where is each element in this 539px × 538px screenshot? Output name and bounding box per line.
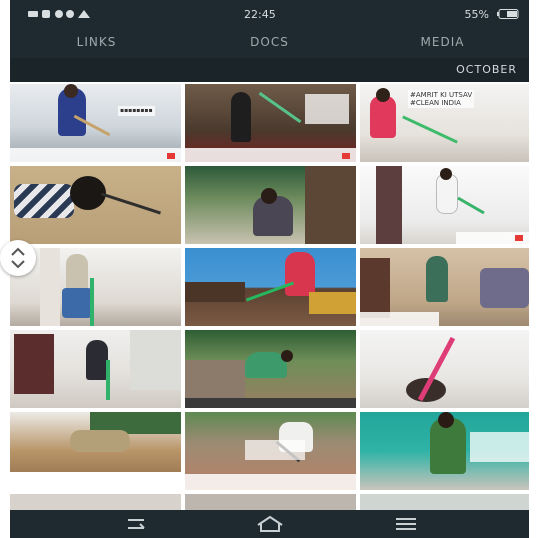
tab-docs[interactable]: DOCS bbox=[183, 28, 356, 58]
media-thumbnail[interactable] bbox=[10, 494, 181, 510]
status-bar: 22:45 55% bbox=[10, 0, 529, 28]
media-tabs: MEDIA DOCS LINKS bbox=[10, 28, 529, 58]
back-icon bbox=[128, 519, 145, 529]
media-thumbnail[interactable] bbox=[10, 330, 181, 408]
navigation-bar bbox=[10, 510, 529, 538]
media-thumbnail[interactable] bbox=[360, 494, 529, 510]
media-thumbnail[interactable]: #AMRIT KI UTSAV #CLEAN INDIA bbox=[360, 84, 529, 162]
media-thumbnail[interactable] bbox=[360, 166, 529, 244]
media-thumbnail[interactable] bbox=[360, 330, 529, 408]
home-button[interactable] bbox=[250, 514, 290, 534]
battery-icon bbox=[497, 9, 519, 22]
signal-icons bbox=[28, 8, 92, 23]
media-thumbnail[interactable] bbox=[360, 412, 529, 490]
tab-media[interactable]: MEDIA bbox=[356, 28, 529, 58]
scroll-handle[interactable] bbox=[0, 240, 36, 276]
media-thumbnail[interactable] bbox=[185, 248, 356, 326]
home-icon bbox=[257, 515, 283, 532]
wifi-icon bbox=[28, 10, 90, 18]
recents-button[interactable] bbox=[386, 514, 426, 534]
media-grid: ▪▪▪▪▪▪▪▪ #AMRIT KI UTSAV #CLEAN INDIA bbox=[10, 82, 529, 510]
section-title: OCTOBER bbox=[456, 63, 517, 76]
media-thumbnail[interactable] bbox=[360, 248, 529, 326]
media-thumbnail[interactable] bbox=[10, 166, 181, 244]
media-thumbnail[interactable] bbox=[10, 412, 181, 490]
back-button[interactable] bbox=[118, 514, 158, 534]
recents-icon bbox=[396, 518, 416, 530]
media-thumbnail[interactable] bbox=[185, 166, 356, 244]
clock: 22:45 bbox=[244, 8, 276, 21]
media-thumbnail[interactable] bbox=[185, 84, 356, 162]
media-thumbnail[interactable] bbox=[185, 330, 356, 408]
section-header: OCTOBER bbox=[10, 58, 529, 82]
media-thumbnail[interactable] bbox=[185, 412, 356, 490]
tab-links[interactable]: LINKS bbox=[10, 28, 183, 58]
media-thumbnail[interactable]: ▪▪▪▪▪▪▪▪ bbox=[10, 84, 181, 162]
media-thumbnail[interactable] bbox=[185, 494, 356, 510]
tile-caption: #AMRIT KI UTSAV #CLEAN INDIA bbox=[408, 90, 475, 108]
battery-level: 55% bbox=[464, 8, 489, 21]
scroll-handle-icon bbox=[11, 247, 25, 269]
